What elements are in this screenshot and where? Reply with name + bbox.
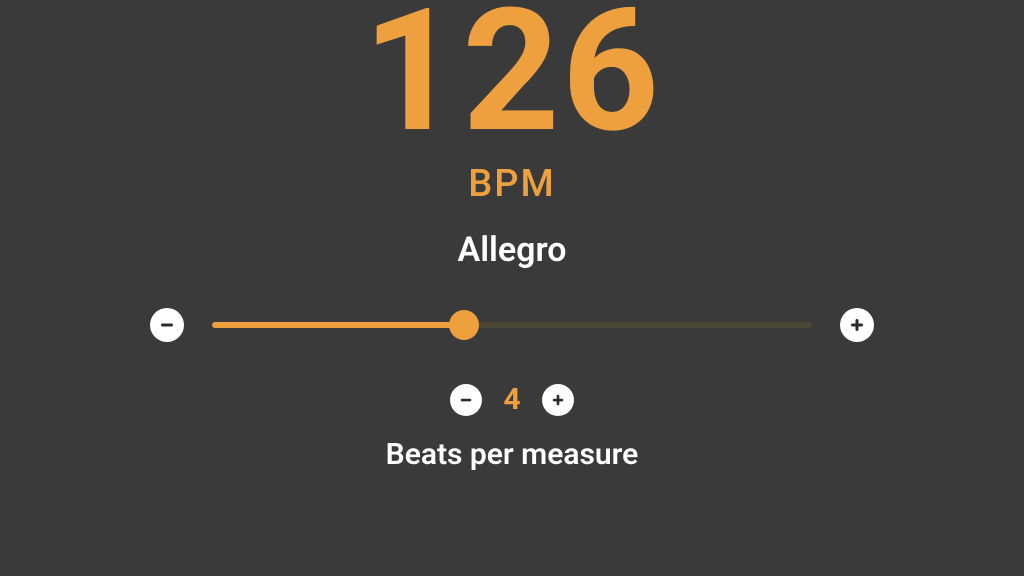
bpm-unit-label: BPM — [468, 162, 555, 206]
bpm-slider-thumb[interactable] — [449, 310, 479, 340]
bpm-decrease-button[interactable] — [150, 308, 184, 342]
minus-icon — [159, 317, 175, 333]
beats-value-display: 4 — [502, 382, 522, 417]
beats-per-measure-label: Beats per measure — [386, 437, 639, 472]
bpm-slider-row — [0, 308, 1024, 342]
minus-icon — [459, 393, 473, 407]
tempo-name-display: Allegro — [458, 230, 567, 270]
bpm-value-display: 126 — [363, 0, 662, 156]
bpm-slider-fill — [212, 322, 464, 328]
plus-icon — [849, 317, 865, 333]
plus-icon — [551, 393, 565, 407]
beats-decrease-button[interactable] — [450, 384, 482, 416]
beats-increase-button[interactable] — [542, 384, 574, 416]
beats-per-measure-row: 4 — [450, 382, 574, 417]
bpm-slider-track[interactable] — [212, 322, 812, 328]
bpm-increase-button[interactable] — [840, 308, 874, 342]
